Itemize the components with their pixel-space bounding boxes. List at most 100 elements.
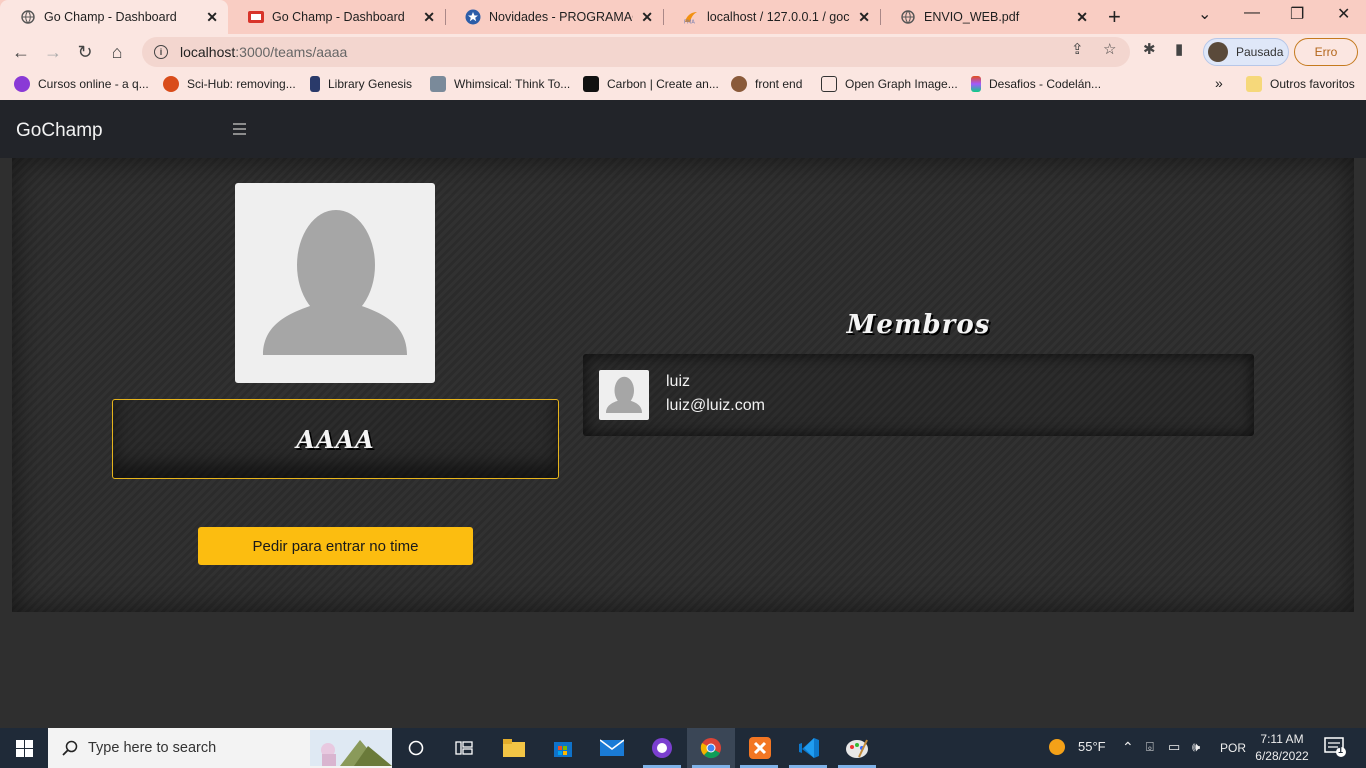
- hamburger-menu-icon[interactable]: [233, 123, 246, 135]
- error-button[interactable]: Erro: [1294, 38, 1358, 66]
- meet-now-icon[interactable]: ⌻: [1146, 739, 1154, 755]
- member-name: luiz: [666, 373, 691, 390]
- bookmark-item[interactable]: Open Graph Image...: [821, 76, 958, 92]
- notification-center-icon[interactable]: 1: [1324, 737, 1346, 760]
- error-label: Erro: [1314, 45, 1338, 59]
- member-card[interactable]: luiz luiz@luiz.com: [583, 354, 1254, 436]
- browser-tab-3[interactable]: Novidades - PROGRAMAÇÃO ✕: [445, 0, 663, 34]
- windows-start-button[interactable]: [0, 728, 48, 768]
- tab-title: Go Champ - Dashboard: [272, 10, 405, 24]
- side-panel-icon[interactable]: ▮: [1175, 40, 1183, 58]
- browser-tab-5[interactable]: ENVIO_WEB.pdf ✕: [880, 0, 1098, 34]
- back-arrow-icon[interactable]: ←: [9, 40, 33, 64]
- bookmark-item[interactable]: Cursos online - a q...: [14, 76, 149, 92]
- bookmark-label: Desafios - Codelán...: [989, 77, 1102, 91]
- restore-button[interactable]: ❐: [1290, 4, 1304, 24]
- other-bookmarks-folder[interactable]: Outros favoritos: [1246, 76, 1355, 92]
- tray-chevron-up-icon[interactable]: ⌃: [1122, 739, 1134, 756]
- eye-icon: [163, 76, 179, 92]
- close-tab-icon[interactable]: ✕: [1076, 9, 1088, 26]
- folder-icon: [430, 76, 446, 92]
- bookmark-item[interactable]: front end: [731, 76, 802, 92]
- close-tab-icon[interactable]: ✕: [423, 9, 435, 26]
- bookmark-label: Sci-Hub: removing...: [187, 77, 296, 91]
- clock-date: 6/28/2022: [1255, 749, 1309, 763]
- mail-icon[interactable]: [600, 736, 624, 760]
- address-bar[interactable]: i localhost:3000/teams/aaaa: [142, 37, 1130, 67]
- bookmark-favicon-icon: [14, 76, 30, 92]
- library-icon: [310, 76, 320, 92]
- user-silhouette-icon: [263, 210, 407, 355]
- home-icon[interactable]: ⌂: [105, 40, 129, 64]
- bookmark-label: Carbon | Create an...: [607, 77, 719, 91]
- microsoft-store-icon[interactable]: [551, 736, 575, 760]
- minimize-button[interactable]: —: [1244, 4, 1260, 22]
- bookmark-star-icon[interactable]: ☆: [1103, 40, 1116, 58]
- bookmark-label: Library Genesis: [328, 77, 413, 91]
- search-placeholder: Type here to search: [88, 740, 217, 756]
- taskbar-search-box[interactable]: Type here to search: [48, 728, 392, 768]
- profile-avatar: [1208, 42, 1228, 62]
- close-tab-icon[interactable]: ✕: [206, 9, 218, 26]
- xampp-icon[interactable]: [748, 736, 772, 760]
- member-avatar: [599, 370, 649, 420]
- bookmark-label: Cursos online - a q...: [38, 77, 149, 91]
- reload-icon[interactable]: ↻: [73, 40, 97, 64]
- paint-icon[interactable]: [845, 736, 869, 760]
- search-highlight-art: [310, 730, 392, 766]
- taskbar-clock[interactable]: 7:11 AM 6/28/2022: [1248, 731, 1316, 765]
- browser-tab-2[interactable]: Go Champ - Dashboard ✕: [228, 0, 445, 34]
- browser-tab-1[interactable]: Go Champ - Dashboard ✕: [0, 0, 228, 34]
- share-icon[interactable]: ⇪: [1071, 40, 1084, 58]
- close-tab-icon[interactable]: ✕: [641, 9, 653, 26]
- extensions-puzzle-icon[interactable]: ✱: [1143, 40, 1156, 58]
- globe-icon: [20, 9, 36, 25]
- brand-logo[interactable]: GoChamp: [16, 120, 103, 142]
- volume-icon[interactable]: 🕪: [1192, 739, 1200, 755]
- tab-title: ENVIO_WEB.pdf: [924, 10, 1020, 24]
- close-window-button[interactable]: ✕: [1337, 4, 1350, 24]
- profile-label: Pausada: [1236, 45, 1284, 59]
- file-explorer-icon[interactable]: [502, 736, 526, 760]
- tab-search-chevron-icon[interactable]: ⌄: [1198, 4, 1211, 24]
- url-path: :3000/teams/aaaa: [235, 44, 348, 60]
- url-host: localhost: [180, 44, 236, 60]
- join-team-button[interactable]: Pedir para entrar no time: [198, 527, 473, 565]
- user-silhouette-icon: [606, 376, 642, 413]
- profile-button[interactable]: Pausada: [1203, 38, 1289, 66]
- phpmyadmin-icon: PMA: [683, 9, 699, 25]
- bookmark-item[interactable]: Whimsical: Think To...: [430, 76, 570, 92]
- bookmark-label: front end: [755, 77, 803, 91]
- cortana-icon[interactable]: [404, 736, 428, 760]
- github-icon[interactable]: [650, 736, 674, 760]
- windows-logo-icon: [15, 739, 33, 757]
- forward-arrow-icon[interactable]: →: [41, 40, 65, 64]
- figma-icon: [971, 76, 981, 92]
- team-name-card: AAAA: [112, 399, 559, 479]
- bookmark-item[interactable]: Library Genesis: [310, 76, 412, 92]
- bookmark-item[interactable]: Carbon | Create an...: [583, 76, 719, 92]
- close-tab-icon[interactable]: ✕: [858, 9, 870, 26]
- more-bookmarks-button[interactable]: »: [1215, 75, 1223, 91]
- bookmark-label: Whimsical: Think To...: [454, 77, 571, 91]
- network-icon[interactable]: ▭: [1168, 739, 1180, 755]
- carbon-icon: [583, 76, 599, 92]
- browser-tab-4[interactable]: PMA localhost / 127.0.0.1 / gochamp ✕: [663, 0, 880, 34]
- folder-icon: [1246, 76, 1262, 92]
- bookmark-item[interactable]: Sci-Hub: removing...: [163, 76, 296, 92]
- chrome-icon[interactable]: [699, 736, 723, 760]
- vscode-icon[interactable]: [797, 736, 821, 760]
- language-indicator[interactable]: POR: [1220, 741, 1246, 755]
- weather-temperature[interactable]: 55°F: [1078, 739, 1106, 754]
- site-info-icon[interactable]: i: [154, 45, 168, 59]
- bookmark-item[interactable]: Desafios - Codelán...: [971, 76, 1101, 92]
- svg-text:PMA: PMA: [684, 20, 695, 25]
- new-tab-button[interactable]: +: [1108, 4, 1121, 30]
- globe-icon: [900, 9, 916, 25]
- task-view-icon[interactable]: [452, 736, 476, 760]
- face-icon: [731, 76, 747, 92]
- app-navbar: GoChamp: [0, 100, 1366, 158]
- member-email: luiz@luiz.com: [666, 397, 765, 414]
- browser-tab-strip: Go Champ - Dashboard ✕ Go Champ - Dashbo…: [0, 0, 1366, 34]
- weather-sun-icon[interactable]: [1048, 738, 1066, 759]
